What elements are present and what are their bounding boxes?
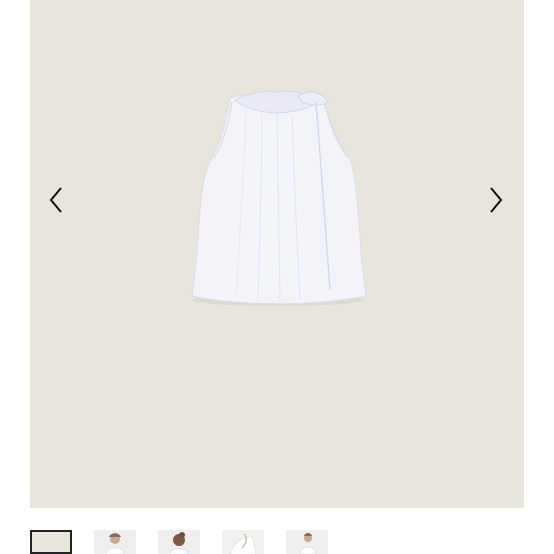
blouse-flat-thumbnail: [32, 532, 70, 552]
detail-thumbnail: [222, 530, 264, 554]
chevron-left-icon: [49, 187, 62, 213]
thumbnail-3[interactable]: [158, 530, 200, 554]
thumbnail-4[interactable]: [222, 530, 264, 554]
previous-image-button[interactable]: [36, 180, 76, 220]
thumbnail-1[interactable]: [30, 530, 72, 554]
model-side-thumbnail: [286, 530, 328, 554]
main-image-viewer[interactable]: [30, 0, 524, 508]
sleeveless-blouse-image: [191, 90, 367, 306]
next-image-button[interactable]: [476, 180, 516, 220]
model-back-thumbnail: [158, 530, 200, 554]
thumbnail-2[interactable]: [94, 530, 136, 554]
model-front-thumbnail: [94, 530, 136, 554]
chevron-right-icon: [490, 187, 503, 213]
thumbnail-strip: [30, 530, 524, 554]
product-gallery: [0, 0, 554, 554]
thumbnail-5[interactable]: [286, 530, 328, 554]
